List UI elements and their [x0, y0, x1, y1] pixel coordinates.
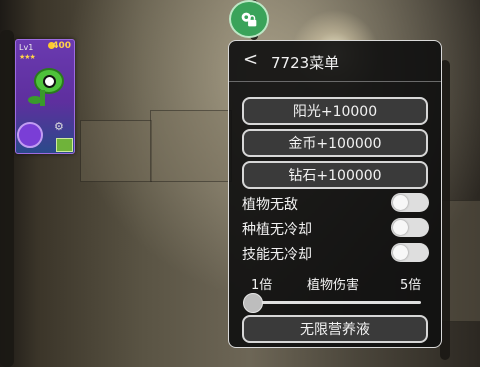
- plant-tag-icon: [56, 138, 73, 152]
- background-stone: [150, 110, 232, 182]
- plant-invincible-toggle[interactable]: [391, 193, 429, 212]
- plant-cost: 400: [52, 41, 71, 51]
- cheat-menu-panel: < 7723菜单 阳光+10000 金币+100000 钻石+100000 植物…: [228, 40, 442, 348]
- add-gems-button[interactable]: 钻石+100000: [242, 161, 428, 189]
- panel-header: < 7723菜单: [229, 41, 441, 82]
- plant-card[interactable]: Lv1 400 ★★★ ⚙: [15, 39, 75, 154]
- plant-skill-orb: [17, 122, 43, 148]
- plant-stars: ★★★: [19, 53, 36, 61]
- slider-thumb[interactable]: [243, 293, 263, 313]
- toggle-label-plant-invincible: 植物无敌: [242, 197, 298, 213]
- slider-track: [251, 301, 421, 304]
- plant-no-cooldown-toggle[interactable]: [391, 218, 429, 237]
- lock-icon: [241, 12, 257, 27]
- slider-min-label: 1倍: [251, 278, 273, 293]
- toggle-label-skill-no-cooldown: 技能无冷却: [242, 247, 312, 263]
- plant-damage-slider[interactable]: [243, 293, 421, 313]
- slider-name-label: 植物伤害: [307, 278, 360, 293]
- toggle-label-plant-no-cooldown: 种植无冷却: [242, 222, 312, 238]
- infinite-nutrient-button[interactable]: 无限营养液: [242, 315, 428, 343]
- menu-toggle-button[interactable]: [229, 0, 269, 38]
- background-vine: [0, 30, 14, 367]
- back-chevron-icon[interactable]: <: [243, 49, 258, 70]
- add-coins-button[interactable]: 金币+100000: [242, 129, 428, 157]
- gear-icon: ⚙: [54, 120, 64, 133]
- plant-level: Lv1: [19, 43, 34, 52]
- menu-title: 7723菜单: [271, 54, 340, 72]
- skill-no-cooldown-toggle[interactable]: [391, 243, 429, 262]
- slider-max-label: 5倍: [400, 278, 422, 293]
- background-stone: [80, 120, 152, 182]
- plant-portrait: [26, 66, 64, 108]
- add-sun-button[interactable]: 阳光+10000: [242, 97, 428, 125]
- damage-slider-labels: 1倍 植物伤害 5倍: [229, 274, 441, 294]
